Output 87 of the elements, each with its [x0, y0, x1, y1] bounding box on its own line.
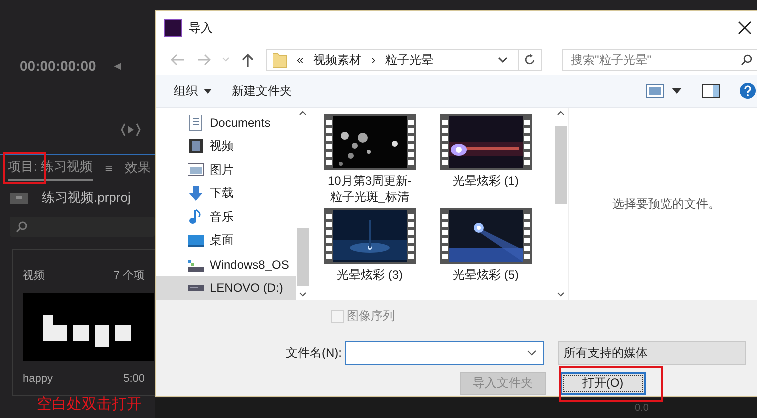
scrollbar-thumb[interactable]	[555, 126, 567, 204]
chevron-down-icon[interactable]	[299, 292, 307, 297]
nav-label: 图片	[210, 162, 234, 179]
chevron-down-icon	[527, 350, 537, 356]
project-name: 练习视频.prproj	[42, 189, 131, 207]
desktop-icon	[188, 232, 204, 249]
breadcrumb[interactable]: 粒子光晕	[386, 52, 434, 68]
app-icon	[164, 19, 182, 37]
dialog-title: 导入	[189, 20, 213, 36]
nav-label: 音乐	[210, 208, 234, 226]
file-name[interactable]: 10月第3周更新-粒子光斑_标清	[325, 173, 415, 205]
search-icon	[16, 221, 28, 233]
nav-label: LENOVO (D:)	[210, 281, 284, 296]
chevron-up-icon[interactable]	[299, 111, 307, 116]
clip-name: happy	[23, 373, 53, 385]
nav-label: 下载	[210, 185, 234, 202]
film-perforation	[442, 213, 448, 259]
film-perforation	[524, 119, 530, 165]
pictures-icon	[188, 162, 204, 178]
caret-icon	[204, 88, 212, 94]
scrollbar-thumb[interactable]	[297, 228, 309, 286]
folder-icon	[10, 192, 28, 204]
item-count: 7 个项	[114, 269, 145, 283]
refresh-icon[interactable]	[524, 54, 536, 66]
previous-button[interactable]: ◀	[114, 60, 122, 72]
view-icon[interactable]	[646, 84, 664, 98]
caret-icon[interactable]	[672, 88, 682, 94]
film-perforation	[326, 119, 332, 165]
value-readout: 0.0	[635, 402, 649, 414]
drive-icon	[188, 285, 204, 292]
search-input[interactable]: 搜索"粒子光晕"	[571, 53, 741, 67]
film-perforation	[408, 213, 414, 259]
file-name[interactable]: 光晕炫彩 (3)	[325, 267, 415, 283]
film-frame[interactable]	[440, 208, 532, 264]
nav-item[interactable]: Windows8_OS	[156, 252, 296, 276]
film-perforation	[442, 119, 448, 165]
film-frame[interactable]	[440, 114, 532, 170]
nav-item[interactable]: 下载	[156, 182, 296, 206]
nav-item[interactable]: 桌面	[156, 229, 296, 253]
annotation-text: 空白处双击打开	[37, 395, 142, 414]
nav-item[interactable]: 图片	[156, 158, 296, 182]
field-label: 文件名(N):	[286, 344, 342, 362]
search-field[interactable]	[10, 217, 155, 237]
checkbox-label: 图像序列	[347, 308, 395, 325]
panel-tab[interactable]: 效果	[124, 156, 151, 180]
film-perforation	[408, 119, 414, 165]
nav-item[interactable]: 视频	[156, 134, 296, 158]
nav-label: Documents	[210, 116, 271, 130]
file-name[interactable]: 光晕炫彩 (5)	[441, 267, 531, 283]
timecode: 00:00:00:00	[20, 58, 96, 74]
nav-item[interactable]: Documents	[156, 111, 296, 135]
chevron-up-icon[interactable]	[557, 111, 565, 116]
film-frame[interactable]	[324, 208, 416, 264]
file-type-dropdown[interactable]: 所有支持的媒体	[558, 341, 746, 365]
breadcrumb-overflow[interactable]: «	[297, 53, 304, 67]
open-button[interactable]: 打开(O)	[560, 372, 646, 395]
filename-field[interactable]	[345, 341, 544, 365]
nav-label: 视频	[210, 138, 234, 155]
chevron-down-icon[interactable]	[498, 56, 508, 64]
video-icon	[188, 138, 204, 154]
new-folder-button[interactable]: 新建文件夹	[232, 80, 292, 102]
trim-icon[interactable]	[120, 122, 142, 138]
breadcrumb-separator[interactable]: ›	[372, 53, 376, 67]
chevron-down-icon[interactable]	[557, 292, 565, 297]
help-icon[interactable]	[740, 83, 756, 99]
bin-name: 视频	[23, 269, 45, 283]
search-field[interactable]: 搜索"粒子光晕"	[562, 49, 757, 71]
clip-duration: 5:00	[124, 373, 145, 385]
document-icon	[188, 114, 204, 131]
film-frame[interactable]	[324, 114, 416, 170]
nav-label: 桌面	[210, 232, 234, 250]
preview-message: 选择要预览的文件。	[612, 196, 720, 212]
panel-menu[interactable]: ≡	[105, 160, 113, 176]
folder-icon	[273, 52, 287, 68]
file-name[interactable]: 光晕炫彩 (1)	[441, 173, 531, 189]
download-icon	[188, 186, 204, 202]
close-icon[interactable]	[738, 21, 752, 35]
nav-item[interactable]: 音乐	[156, 206, 296, 230]
preview-pane-icon[interactable]	[702, 84, 720, 98]
up-arrow-icon[interactable]	[240, 53, 256, 67]
search-icon	[741, 54, 753, 66]
nav-label: Windows8_OS	[210, 258, 290, 272]
film-perforation	[524, 213, 530, 259]
nav-item[interactable]: LENOVO (D:)	[156, 276, 296, 300]
organize-menu[interactable]: 组织	[174, 80, 212, 102]
breadcrumb[interactable]: 视频素材	[314, 52, 362, 68]
film-perforation	[326, 213, 332, 259]
